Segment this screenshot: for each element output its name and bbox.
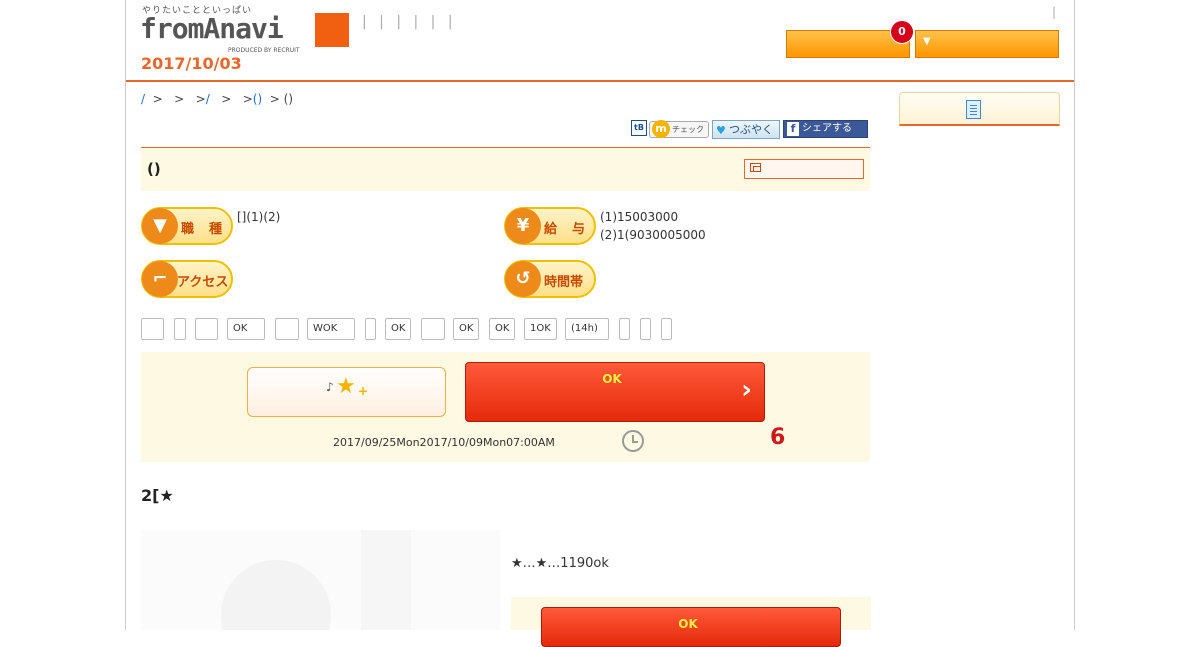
keep-note: ♪ (326, 380, 334, 394)
clock-arrow-icon: ↺ (505, 261, 541, 297)
posting-period: 2017/09/25Mon2017/10/09Mon07:00AM (333, 436, 555, 449)
feature-tag (195, 318, 218, 340)
yen-icon: ¥ (505, 208, 541, 244)
hours-label-text: 時間帯 (544, 275, 584, 290)
menu-dropdown-button[interactable]: ▼ (915, 30, 1059, 58)
tweet-label: つぶやく (729, 123, 773, 136)
feature-tag: OK (227, 318, 265, 340)
apply-panel: ♪ ★ + OK › 2017/09/25Mon2017/10/09Mon07:… (141, 352, 870, 462)
site-header: やりたいことといっぱい fromAnavi PRODUCED BY RECRUI… (126, 0, 1074, 82)
photo-subject (221, 560, 331, 630)
feature-tag (661, 318, 672, 340)
apply-button-bottom[interactable]: OK (541, 607, 841, 647)
breadcrumb-link-station[interactable]: () (253, 92, 262, 106)
feature-tag (275, 318, 299, 340)
mixi-icon: m (652, 120, 670, 138)
train-icon: ⌐ (142, 261, 178, 297)
access-label-text: アクセス (177, 275, 229, 290)
tweet-button[interactable]: ♥ つぶやく (712, 120, 780, 139)
facebook-share-button[interactable]: f シェアする (783, 120, 868, 138)
feature-tag (365, 318, 376, 340)
salary-line-1: (1)15003000 (600, 210, 679, 224)
feature-tag: OK (489, 318, 515, 340)
header-date: 2017/10/03 (141, 54, 242, 73)
feature-tag (640, 318, 651, 340)
open-window-button[interactable] (744, 159, 864, 179)
feature-tag (174, 318, 186, 340)
feature-tag (141, 318, 164, 340)
mixi-check-label: チェック (672, 125, 704, 134)
mixi-check-button[interactable]: m チェック (649, 120, 709, 138)
salary-label-text: 給 与 (544, 222, 587, 237)
apply-button[interactable]: OK › (465, 362, 765, 422)
sidebar-history-box[interactable] (899, 92, 1060, 126)
job-title: () (147, 160, 161, 178)
feature-tag (619, 318, 630, 340)
feature-tag: OK (385, 318, 411, 340)
salary-value: (1)15003000 (2)1(9030005000 (600, 208, 706, 244)
keep-button[interactable]: ♪ ★ + (247, 367, 446, 417)
feature-tag: 1OK (524, 318, 557, 340)
feature-tag: (14h) (565, 318, 609, 340)
salary-line-2: (2)1(9030005000 (600, 228, 706, 242)
apply-panel-bottom: OK (511, 597, 871, 647)
clock-icon (622, 430, 644, 452)
days-left: 6 (770, 425, 786, 450)
plus-icon: + (358, 384, 369, 398)
workplace-photo (141, 530, 501, 630)
category-value: [](1)(2) (237, 210, 281, 224)
section-heading: 2[★ (141, 486, 174, 505)
logo-produced-by: PRODUCED BY RECRUIT (228, 47, 300, 54)
document-icon (966, 100, 981, 119)
breadcrumb-separators-2: > > (209, 92, 253, 106)
salary-label: ¥ 給 与 (504, 207, 596, 245)
job-title-band: () (141, 147, 870, 191)
breadcrumb: / > > >/ > >() > () (141, 92, 293, 106)
breadcrumb-separators: > > > (145, 92, 206, 106)
header-nav-dividers: | | | | | | (362, 14, 457, 30)
access-label: ⌐ アクセス (141, 260, 233, 298)
feature-tag: OK (453, 318, 479, 340)
site-logo[interactable]: fromAnavi (140, 12, 284, 45)
apply-button-bottom-label: OK (678, 617, 698, 631)
hours-label: ↺ 時間帯 (504, 260, 596, 298)
category-label: ▼ 職 種 (141, 207, 233, 245)
feature-tag (421, 318, 445, 340)
breadcrumb-current: > () (262, 92, 294, 106)
apply-button-label: OK (602, 372, 622, 386)
feature-tag: WOK (307, 318, 355, 340)
facebook-icon: f (787, 122, 799, 136)
chevron-down-icon: ▼ (923, 36, 931, 47)
brand-square-icon[interactable] (315, 13, 349, 47)
hatena-bookmark-icon[interactable]: tB (631, 120, 647, 136)
header-divider: | (1052, 5, 1057, 19)
chevron-right-icon: › (741, 375, 752, 405)
star-icon: ★ (336, 374, 356, 399)
facebook-share-label: シェアする (802, 123, 852, 134)
twitter-bird-icon: ♥ (716, 124, 726, 137)
page-container: やりたいことといっぱい fromAnavi PRODUCED BY RECRUI… (125, 0, 1075, 647)
catch-copy: ★…★…1190ok (511, 556, 609, 571)
shirt-icon: ▼ (142, 208, 178, 244)
keep-count-badge: 0 (890, 20, 914, 44)
new-window-icon (750, 163, 761, 172)
category-label-text: 職 種 (181, 222, 224, 237)
photo-background (361, 530, 411, 630)
